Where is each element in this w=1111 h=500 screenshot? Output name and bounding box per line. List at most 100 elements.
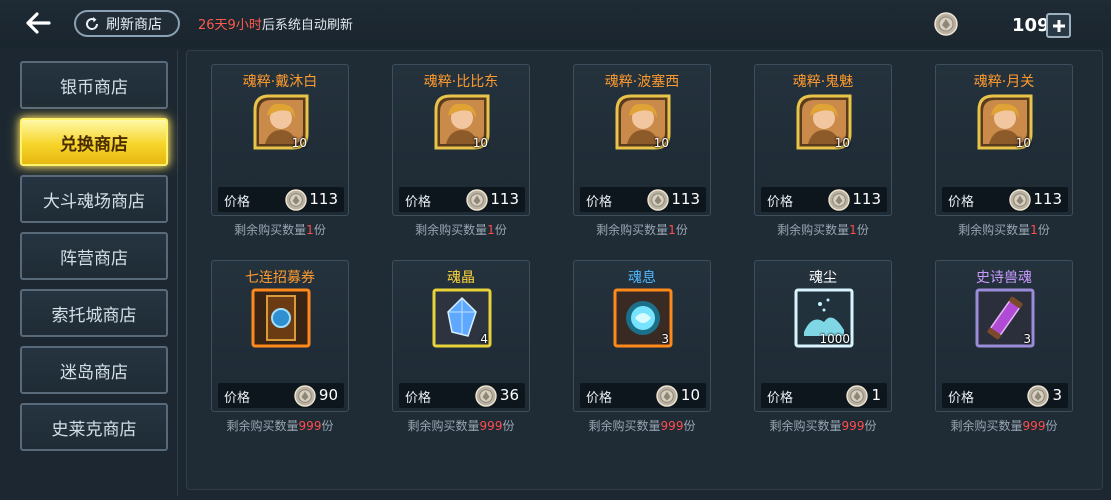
sidebar-item-label: 索托城商店 (51, 305, 137, 326)
shop-item-card[interactable]: 魂尘 1000 价格 1 (754, 260, 892, 412)
price-value: 90 (318, 386, 338, 404)
remaining-purchases: 剩余购买数量999份 (929, 417, 1079, 434)
token-coin-icon (934, 12, 958, 36)
price-bar: 价格 113 (580, 187, 706, 212)
soul-breath-icon: 3 (613, 288, 673, 348)
add-currency-button[interactable] (1046, 13, 1071, 38)
item-quantity: 3 (1023, 332, 1031, 346)
price-label: 价格 (948, 195, 975, 210)
remaining-count: 1 (487, 223, 495, 237)
sidebar-item-arena-shop[interactable]: 大斗魂场商店 (20, 175, 168, 223)
beast-soul-icon: 3 (975, 288, 1035, 348)
remaining-count: 999 (1022, 419, 1046, 433)
remaining-label: 剩余购买数量 (958, 223, 1031, 237)
shop-item-card[interactable]: 史诗兽魂 3 价格 3 (935, 260, 1073, 412)
sidebar-item-silver-shop[interactable]: 银币商店 (20, 61, 168, 109)
sidebar-item-label: 史莱克商店 (51, 419, 137, 440)
token-coin-icon (1027, 385, 1049, 411)
refresh-timer-countdown: 26天9小时 (198, 18, 262, 33)
shop-sidebar: 银币商店 兑换商店 大斗魂场商店 阵营商店 索托城商店 迷岛商店 史莱克商店 (8, 50, 178, 496)
token-coin-icon (1009, 189, 1031, 215)
token-coin-icon (846, 385, 868, 411)
item-quantity: 3 (661, 332, 669, 346)
price-label: 价格 (405, 195, 432, 210)
price-label: 价格 (767, 195, 794, 210)
remaining-unit: 份 (321, 419, 334, 433)
shop-item-name: 魂粹·比比东 (423, 74, 499, 90)
shop-item-name: 魂粹·鬼魅 (792, 74, 854, 90)
price-bar: 价格 36 (399, 383, 525, 408)
remaining-purchases: 剩余购买数量1份 (567, 221, 717, 238)
remaining-label: 剩余购买数量 (226, 419, 299, 433)
hero-portrait-icon: 10 (975, 92, 1035, 152)
soul-dust-icon: 1000 (794, 288, 854, 348)
back-arrow-icon (26, 12, 51, 34)
hero-portrait-icon: 10 (251, 92, 311, 152)
recruit-ticket-icon (251, 288, 311, 348)
remaining-count: 999 (298, 419, 322, 433)
remaining-purchases: 剩余购买数量999份 (748, 417, 898, 434)
remaining-purchases: 剩余购买数量1份 (386, 221, 536, 238)
price-bar: 价格 113 (218, 187, 344, 212)
remaining-unit: 份 (1037, 223, 1050, 237)
remaining-label: 剩余购买数量 (777, 223, 850, 237)
remaining-unit: 份 (856, 223, 869, 237)
token-coin-icon (294, 385, 316, 411)
item-quantity: 10 (291, 136, 307, 150)
top-bar: 刷新商店 26天9小时后系统自动刷新 109 (0, 0, 1111, 48)
shop-item-name: 魂息 (628, 270, 656, 286)
currency-amount: 109 (1012, 15, 1050, 36)
hero-portrait-icon: 10 (794, 92, 854, 152)
sidebar-item-exchange-shop[interactable]: 兑换商店 (20, 118, 168, 166)
sidebar-item-shrek-shop[interactable]: 史莱克商店 (20, 403, 168, 451)
item-quantity: 10 (834, 136, 850, 150)
back-button[interactable] (22, 8, 54, 38)
remaining-count: 999 (479, 419, 503, 433)
price-value: 1 (871, 386, 881, 404)
remaining-count: 1 (849, 223, 857, 237)
shop-item-grid: 魂粹·戴沐白 10 价格 113 剩余购买数量1份 魂粹·比比东 10 价格 113 剩余… (186, 50, 1103, 490)
price-label: 价格 (948, 391, 975, 406)
price-label: 价格 (224, 195, 251, 210)
remaining-unit: 份 (313, 223, 326, 237)
sidebar-item-faction-shop[interactable]: 阵营商店 (20, 232, 168, 280)
remaining-label: 剩余购买数量 (415, 223, 488, 237)
shop-item-name: 魂粹·戴沐白 (242, 74, 318, 90)
item-quantity: 10 (1015, 136, 1031, 150)
sidebar-item-label: 银币商店 (60, 77, 128, 98)
shop-item-name: 魂尘 (809, 270, 837, 286)
shop-item-name: 魂晶 (447, 270, 475, 286)
shop-item-card[interactable]: 魂粹·鬼魅 10 价格 113 (754, 64, 892, 216)
price-bar: 价格 113 (399, 187, 525, 212)
remaining-count: 1 (306, 223, 314, 237)
shop-item-card[interactable]: 魂息 3 价格 10 (573, 260, 711, 412)
price-label: 价格 (586, 195, 613, 210)
remaining-purchases: 剩余购买数量1份 (929, 221, 1079, 238)
remaining-count: 1 (668, 223, 676, 237)
refresh-shop-label: 刷新商店 (106, 16, 162, 33)
price-value: 113 (852, 190, 881, 208)
remaining-unit: 份 (502, 419, 515, 433)
shop-item-card[interactable]: 魂粹·波塞西 10 价格 113 (573, 64, 711, 216)
shop-item-card[interactable]: 魂粹·戴沐白 10 价格 113 (211, 64, 349, 216)
refresh-shop-button[interactable]: 刷新商店 (74, 10, 180, 37)
remaining-label: 剩余购买数量 (234, 223, 307, 237)
remaining-purchases: 剩余购买数量999份 (567, 417, 717, 434)
shop-item-card[interactable]: 魂粹·月关 10 价格 113 (935, 64, 1073, 216)
sidebar-item-maze-island-shop[interactable]: 迷岛商店 (20, 346, 168, 394)
sidebar-item-sotuo-city-shop[interactable]: 索托城商店 (20, 289, 168, 337)
remaining-count: 999 (841, 419, 865, 433)
sidebar-item-label: 阵营商店 (60, 248, 128, 269)
shop-item-card[interactable]: 七连招募券 价格 90 (211, 260, 349, 412)
remaining-label: 剩余购买数量 (588, 419, 661, 433)
shop-item-card[interactable]: 魂晶 4 价格 36 (392, 260, 530, 412)
remaining-count: 999 (660, 419, 684, 433)
price-value: 3 (1052, 386, 1062, 404)
plus-icon (1052, 19, 1065, 32)
hero-portrait-icon: 10 (432, 92, 492, 152)
shop-item-card[interactable]: 魂粹·比比东 10 价格 113 (392, 64, 530, 216)
shop-item-name: 魂粹·波塞西 (604, 74, 680, 90)
remaining-purchases: 剩余购买数量999份 (386, 417, 536, 434)
price-label: 价格 (586, 391, 613, 406)
remaining-purchases: 剩余购买数量1份 (205, 221, 355, 238)
